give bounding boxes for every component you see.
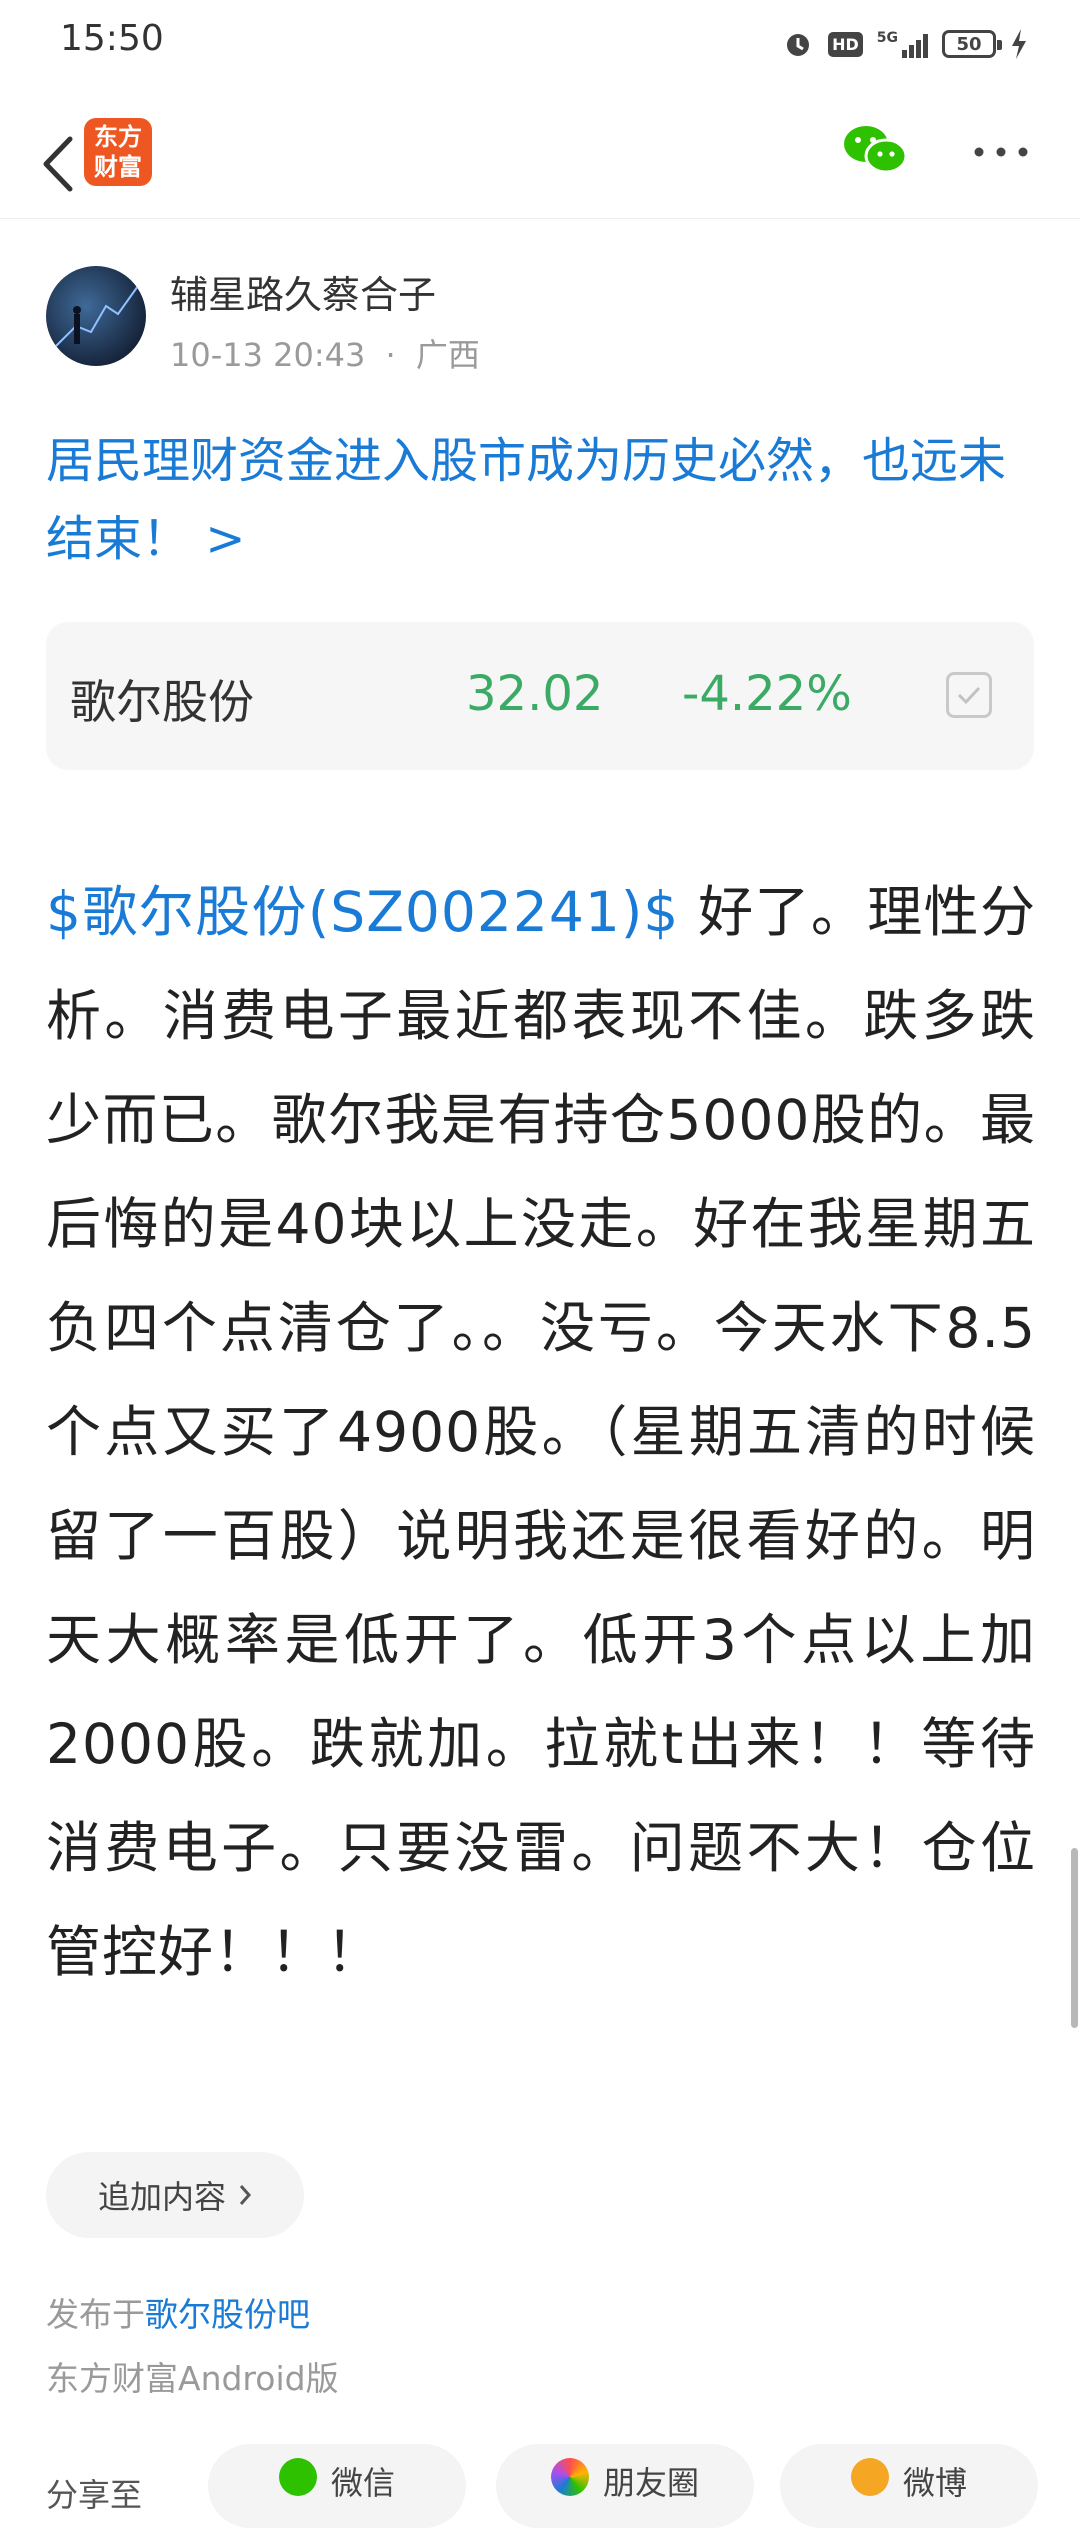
add-content-button[interactable]: 追加内容	[46, 2152, 304, 2238]
post-meta: 10-13 20:43 · 广西	[170, 330, 480, 376]
more-dots-icon	[974, 147, 1028, 157]
add-content-label: 追加内容	[97, 2178, 226, 2216]
avatar[interactable]	[46, 266, 146, 366]
status-bar: 15:50 HD 5G 50	[0, 0, 1080, 86]
weibo-icon	[850, 2458, 889, 2496]
share-weibo-label: 微博	[902, 2464, 967, 2502]
share-weibo-button[interactable]: 微博	[780, 2444, 1038, 2528]
share-row: 分享至 微信 朋友圈 微博	[46, 2440, 1046, 2528]
more-button[interactable]	[966, 132, 1036, 172]
share-wechat-button[interactable]: 微信	[208, 2444, 466, 2528]
share-label: 分享至	[46, 2476, 143, 2514]
post-body: $歌尔股份(SZ002241)$ 好了。理性分析。消费电子最近都表现不佳。跌多跌…	[46, 860, 1036, 2004]
stock-quote-card[interactable]: 歌尔股份 32.02 -4.22%	[46, 622, 1034, 770]
stock-change: -4.22%	[682, 666, 852, 722]
wechat-icon	[844, 126, 908, 174]
meta-separator: ·	[385, 336, 396, 374]
wechat-share-button[interactable]	[842, 122, 912, 182]
charging-icon	[1012, 29, 1026, 59]
hd-icon: HD	[828, 31, 863, 57]
app-logo[interactable]: 东方 财富	[84, 118, 152, 186]
check-icon	[957, 686, 981, 705]
post-title-link[interactable]: 居民理财资金进入股市成为历史必然，也远未结束！ >	[46, 422, 1036, 578]
stock-name: 歌尔股份	[70, 675, 254, 729]
post-location: 广西	[415, 336, 480, 374]
nav-bar: 东方 财富	[0, 110, 1080, 219]
post-date: 10-13 20:43	[170, 336, 366, 374]
alarm-icon	[787, 34, 810, 56]
post-body-text: 好了。理性分析。消费电子最近都表现不佳。跌多跌少而已。歌尔我是有持仓5000股的…	[46, 880, 1036, 1984]
stock-tag-link[interactable]: $歌尔股份(SZ002241)$	[46, 880, 679, 944]
client-info: 东方财富Android版	[46, 2359, 339, 2398]
forum-link[interactable]: 歌尔股份吧	[145, 2295, 310, 2334]
status-icons: HD 5G 50	[782, 24, 1028, 64]
share-wechat-label: 微信	[330, 2464, 395, 2502]
watchlist-toggle[interactable]	[946, 672, 992, 718]
published-in: 发布于歌尔股份吧	[46, 2288, 310, 2336]
status-time: 15:50	[60, 18, 164, 59]
wechat-icon	[278, 2458, 317, 2496]
published-prefix: 发布于	[46, 2295, 145, 2334]
chevron-left-icon	[43, 136, 73, 192]
share-moments-label: 朋友圈	[602, 2464, 699, 2502]
chevron-right-icon	[239, 2185, 252, 2205]
stock-price: 32.02	[466, 666, 604, 722]
share-moments-button[interactable]: 朋友圈	[496, 2444, 754, 2528]
moments-icon	[550, 2458, 589, 2496]
back-button[interactable]	[22, 118, 92, 210]
author-row: 辅星路久蔡合子 10-13 20:43 · 广西	[46, 262, 1036, 374]
scrollbar[interactable]	[1071, 1848, 1078, 2028]
signal-icon: 5G	[877, 30, 928, 58]
author-name[interactable]: 辅星路久蔡合子	[170, 264, 436, 319]
battery-icon: 50	[942, 30, 1002, 58]
